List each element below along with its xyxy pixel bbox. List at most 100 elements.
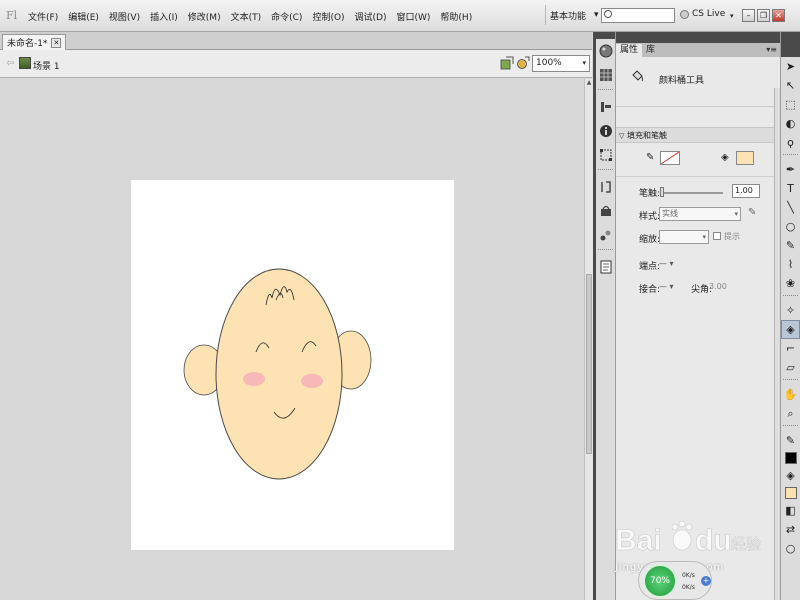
code-snippets-button[interactable]	[596, 175, 616, 199]
eyedropper-tool-icon[interactable]: ⌐	[781, 339, 800, 358]
transform-panel-button[interactable]	[596, 143, 616, 167]
minimize-button[interactable]: –	[742, 9, 755, 22]
object-drawing-icon[interactable]: ○	[781, 539, 800, 558]
eraser-tool-icon[interactable]: ▱	[781, 358, 800, 377]
fill-color-tool-swatch[interactable]	[784, 487, 797, 499]
stroke-color-swatch[interactable]	[660, 151, 680, 165]
workspace-switcher[interactable]: 基本功能 ▾	[545, 5, 603, 25]
menu-view[interactable]: 视图(V)	[109, 10, 140, 23]
no-color-slash-icon	[660, 151, 680, 165]
scene-label: 场景 1	[33, 62, 60, 72]
chevron-down-icon: ▾	[702, 233, 706, 241]
tab-document[interactable]: 未命名-1* ✕	[2, 34, 67, 50]
close-icon[interactable]: ✕	[51, 37, 62, 48]
hand-tool-icon[interactable]: ✋	[781, 385, 800, 404]
join-select[interactable]: — ▾	[659, 282, 674, 291]
menu-debug[interactable]: 调试(D)	[355, 10, 387, 23]
tab-library[interactable]: 库	[642, 44, 659, 57]
cap-select[interactable]: — ▾	[659, 259, 674, 268]
tools-grip[interactable]	[781, 32, 800, 57]
oval-tool-icon[interactable]: ○	[781, 217, 800, 236]
face	[215, 268, 343, 480]
zoom-select[interactable]: 100% ▾	[532, 55, 590, 72]
bone-tool-icon[interactable]: ✧	[781, 301, 800, 320]
separator	[598, 89, 613, 93]
separator	[598, 169, 613, 173]
menu-commands[interactable]: 命令(C)	[271, 10, 302, 23]
components-panel-button[interactable]	[596, 199, 616, 223]
scale-select[interactable]: ▾	[659, 230, 709, 244]
separator	[783, 425, 798, 429]
miter-input[interactable]: 3.00	[709, 282, 727, 291]
restore-button[interactable]: ❐	[757, 9, 770, 22]
menu-file[interactable]: 文件(F)	[28, 10, 58, 23]
scale-label: 缩放:	[639, 235, 661, 245]
edit-stroke-style-icon[interactable]: ✎	[748, 207, 756, 218]
hint-checkbox[interactable]	[713, 232, 721, 240]
stroke-label: 笔触:	[639, 189, 661, 199]
fill-stroke-section-header[interactable]: ▽ 填充和笔触	[616, 127, 780, 143]
swap-colors-icon[interactable]: ⇄	[781, 520, 800, 539]
color-palette-icon	[599, 44, 613, 58]
scrollbar-thumb[interactable]	[586, 274, 592, 454]
output-panel-button[interactable]	[596, 255, 616, 279]
brush-tool-icon[interactable]: ⌇	[781, 255, 800, 274]
lasso-tool-icon[interactable]: ϙ	[781, 133, 800, 152]
menu-help[interactable]: 帮助(H)	[440, 10, 472, 23]
style-select[interactable]: 实线 ▾	[659, 207, 741, 221]
scene-icon	[19, 57, 31, 69]
menu-text[interactable]: 文本(T)	[231, 10, 262, 23]
menu-modify[interactable]: 修改(M)	[188, 10, 221, 23]
stage-canvas[interactable]	[131, 180, 454, 550]
scroll-up-icon[interactable]: ▲	[585, 79, 593, 88]
menu-control[interactable]: 控制(O)	[312, 10, 344, 23]
speed-percent: 70%	[643, 564, 677, 598]
panel-menu-icon[interactable]: ▾≡	[766, 45, 777, 54]
menu-edit[interactable]: 编辑(E)	[68, 10, 99, 23]
search-input[interactable]	[601, 8, 675, 23]
zoom-tool-icon[interactable]: ⌕	[781, 404, 800, 423]
pen-tool-icon[interactable]: ✒	[781, 160, 800, 179]
document-tab-strip: 未命名-1* ✕	[0, 32, 592, 50]
color-panel-button[interactable]	[596, 39, 616, 63]
network-speed-widget[interactable]: 70% 0K/s 0K/s +	[638, 561, 712, 600]
menu-window[interactable]: 窗口(W)	[397, 10, 431, 23]
document-tab-title: 未命名-1*	[7, 39, 48, 49]
deco-tool-icon[interactable]: ❀	[781, 274, 800, 293]
3d-rotation-tool-icon[interactable]: ◐	[781, 114, 800, 133]
edit-symbols-icon[interactable]	[500, 56, 514, 70]
stroke-slider-handle[interactable]	[660, 187, 664, 197]
back-arrow-icon[interactable]: ⇦	[6, 58, 14, 69]
plus-icon[interactable]: +	[701, 576, 711, 586]
info-panel-button[interactable]	[596, 119, 616, 143]
chevron-down-icon[interactable]: ▾	[730, 12, 734, 20]
stroke-color-tool-swatch[interactable]	[784, 452, 797, 464]
tab-properties[interactable]: 属性	[616, 44, 643, 57]
cartoon-face-drawing[interactable]	[131, 180, 454, 550]
cap-row: 端点: — ▾	[616, 254, 780, 277]
separator	[783, 379, 798, 383]
fill-color-swatch[interactable]	[736, 151, 754, 165]
stage-vertical-scrollbar[interactable]: ▲	[584, 79, 593, 600]
close-button[interactable]: ✕	[772, 9, 785, 22]
subselection-tool-icon[interactable]: ↖	[781, 76, 800, 95]
align-panel-button[interactable]	[596, 95, 616, 119]
paint-bucket-tool-icon[interactable]: ◈	[781, 320, 800, 339]
black-white-icon[interactable]: ◧	[781, 501, 800, 520]
panel-header[interactable]	[616, 32, 780, 43]
free-transform-tool-icon[interactable]: ⬚	[781, 95, 800, 114]
stroke-size-input[interactable]: 1.00	[732, 184, 760, 198]
svg-text:经验: 经验	[731, 535, 761, 553]
stroke-slider-track[interactable]	[661, 192, 723, 194]
svg-text:Bai: Bai	[615, 524, 662, 557]
edit-objects-icon[interactable]	[516, 56, 530, 70]
text-tool-icon[interactable]: T	[781, 179, 800, 198]
components-icon	[601, 205, 611, 216]
selection-tool-icon[interactable]: ➤	[781, 57, 800, 76]
line-tool-icon[interactable]: ╲	[781, 198, 800, 217]
motion-presets-button[interactable]	[596, 223, 616, 247]
menu-insert[interactable]: 插入(I)	[150, 10, 178, 23]
swatches-panel-button[interactable]	[596, 63, 616, 87]
pencil-tool-icon[interactable]: ✎	[781, 236, 800, 255]
cs-live-button[interactable]: CS Live	[680, 9, 725, 19]
